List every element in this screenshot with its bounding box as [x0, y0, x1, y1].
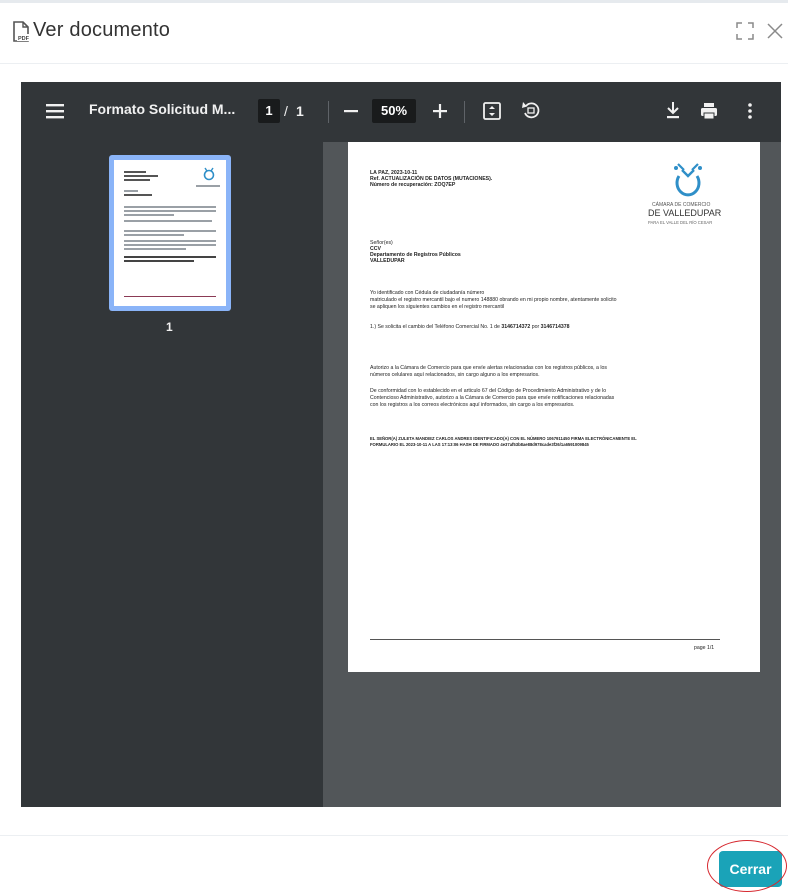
doc-paragraph-line: números celulares aquí relacionados, sin… [370, 372, 540, 378]
zoom-in-icon[interactable] [430, 99, 450, 123]
doc-signature-line: EL SEÑOR(A) ZULETA MANDIEZ CARLOS ANDRES… [370, 436, 637, 441]
doc-city: VALLEDUPAR [370, 258, 405, 264]
toolbar-divider [328, 101, 329, 123]
doc-recovery-number: Número de recuperación: ZOQ7EP [370, 182, 456, 188]
download-icon[interactable] [664, 100, 682, 120]
thumbnail-sidebar: 1 [21, 142, 323, 807]
print-icon[interactable] [699, 101, 719, 121]
pdf-viewer: Formato Solicitud M... 1 / 1 50% 1 LA PA… [21, 82, 781, 807]
doc-paragraph-line: Autorizo a la Cámara de Comercio para qu… [370, 365, 608, 371]
thumbnail-logo-icon [203, 167, 215, 181]
modal-title: Ver documento [33, 19, 171, 41]
thumbnail-page-number: 1 [166, 320, 173, 334]
doc-phone-change: 1.) Se solicita el cambio del Teléfono C… [370, 324, 570, 330]
chamber-logo: CÁMARA DE COMERCIO DE VALLEDUPAR PARA EL… [648, 160, 728, 227]
fullscreen-icon[interactable] [734, 20, 756, 42]
page-footer: page 1/1 [694, 645, 715, 651]
doc-signature-line: FORMULARIO EL 2023-10-11 A LAS 17:13:06 … [370, 442, 589, 447]
pdf-file-icon: PDF [13, 21, 30, 42]
thumbnail-page [114, 160, 226, 306]
zoom-out-icon[interactable] [342, 99, 360, 123]
document-title: Formato Solicitud M... [89, 101, 236, 117]
modal-header: PDF Ver documento [0, 3, 788, 63]
page-footer-rule [370, 639, 720, 640]
page-thumbnail[interactable] [109, 155, 231, 311]
doc-paragraph-line: matriculado el registro mercantil bajo e… [370, 297, 617, 303]
doc-paragraph-line: se apliquen los siguientes cambios en el… [370, 304, 505, 310]
pdf-page: LA PAZ, 2023-10-11 Ref. ACTUALIZACIÓN DE… [348, 142, 760, 672]
footer-divider [0, 835, 788, 836]
fit-page-icon[interactable] [482, 101, 502, 121]
menu-icon[interactable] [45, 102, 65, 120]
page-number-input[interactable]: 1 [258, 99, 280, 123]
doc-paragraph-line: De conformidad con lo establecido en el … [370, 388, 607, 394]
pdf-toolbar: Formato Solicitud M... 1 / 1 50% [21, 82, 781, 142]
rotate-icon[interactable] [520, 99, 542, 121]
doc-paragraph-line: Contencioso Administrativo, autorizo a l… [370, 395, 615, 401]
toolbar-divider [464, 101, 465, 123]
doc-paragraph-line: con los registros a los correos electrón… [370, 402, 575, 408]
svg-text:PDF: PDF [18, 36, 30, 42]
page-total: 1 [296, 103, 304, 119]
logo-line3: PARA EL VALLE DEL RÍO CESAR [648, 220, 713, 225]
close-button[interactable]: Cerrar [719, 851, 782, 887]
close-icon[interactable] [764, 20, 786, 42]
page-separator: / [284, 103, 288, 119]
page-view-area: LA PAZ, 2023-10-11 Ref. ACTUALIZACIÓN DE… [323, 142, 781, 807]
more-icon[interactable] [746, 101, 754, 121]
header-divider [0, 63, 788, 64]
zoom-input[interactable]: 50% [372, 99, 416, 123]
logo-line2: DE VALLEDUPAR [648, 208, 722, 218]
doc-paragraph-line: Yo identificado con Cédula de ciudadanía… [370, 290, 485, 296]
